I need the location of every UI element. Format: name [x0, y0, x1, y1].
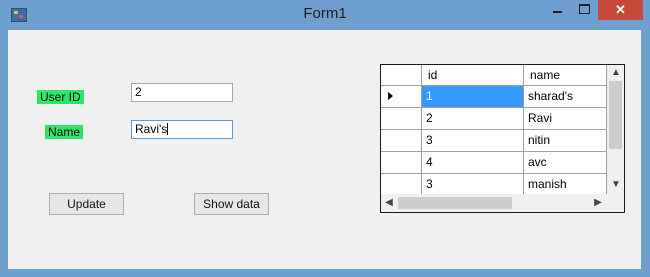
data-grid[interactable]: id name 1 sharad's 2 Ravi 3 nitin 4 avc …: [380, 64, 625, 213]
column-header-id[interactable]: id: [422, 65, 524, 86]
show-data-button[interactable]: Show data: [194, 193, 269, 215]
user-id-label: User ID: [37, 90, 84, 104]
grid-cell-id[interactable]: 2: [422, 108, 524, 130]
user-id-value: 2: [135, 85, 142, 99]
scroll-left-icon[interactable]: ◀: [382, 196, 396, 210]
grid-cell-id[interactable]: 4: [422, 152, 524, 174]
close-button[interactable]: ✕: [598, 0, 643, 20]
text-caret: [167, 123, 169, 135]
scroll-right-icon[interactable]: ▶: [591, 196, 605, 210]
row-header-current[interactable]: [381, 86, 422, 108]
row-header[interactable]: [381, 108, 422, 130]
title-bar[interactable]: Form1 ✕: [0, 0, 650, 29]
grid-cell-name[interactable]: Ravi: [524, 108, 607, 130]
column-header-name[interactable]: name: [524, 65, 607, 86]
update-button[interactable]: Update: [49, 193, 124, 215]
scroll-down-icon[interactable]: ▼: [609, 178, 623, 192]
current-row-arrow-icon: [388, 92, 393, 100]
grid-cell-id[interactable]: 3: [422, 130, 524, 152]
grid-cell-name[interactable]: manish: [524, 174, 607, 196]
scroll-up-icon[interactable]: ▲: [609, 66, 623, 80]
vertical-scrollbar[interactable]: ▲ ▼: [607, 65, 624, 194]
grid-cell-name[interactable]: avc: [524, 152, 607, 174]
scrollbar-corner: [607, 194, 624, 212]
maximize-button[interactable]: [571, 0, 597, 20]
horizontal-scroll-thumb[interactable]: [398, 197, 512, 209]
name-input[interactable]: Ravi's: [131, 120, 233, 139]
grid-cell-id[interactable]: 3: [422, 174, 524, 196]
row-header[interactable]: [381, 130, 422, 152]
grid-cell-name[interactable]: nitin: [524, 130, 607, 152]
user-id-input[interactable]: 2: [131, 83, 233, 102]
form1-window: Form1 ✕ User ID 2 Name Ravi's Update Sho…: [0, 0, 650, 277]
form-client-area: User ID 2 Name Ravi's Update Show data i…: [8, 30, 641, 269]
vertical-scroll-thumb[interactable]: [609, 81, 622, 149]
name-value: Ravi's: [135, 122, 168, 136]
row-header[interactable]: [381, 174, 422, 196]
grid-cell-id[interactable]: 1: [422, 86, 524, 108]
name-label: Name: [45, 125, 84, 139]
grid-corner-header[interactable]: [381, 65, 422, 86]
minimize-button[interactable]: [544, 0, 570, 20]
grid-cell-name[interactable]: sharad's: [524, 86, 607, 108]
row-header[interactable]: [381, 152, 422, 174]
horizontal-scrollbar[interactable]: ◀ ▶: [381, 194, 607, 212]
